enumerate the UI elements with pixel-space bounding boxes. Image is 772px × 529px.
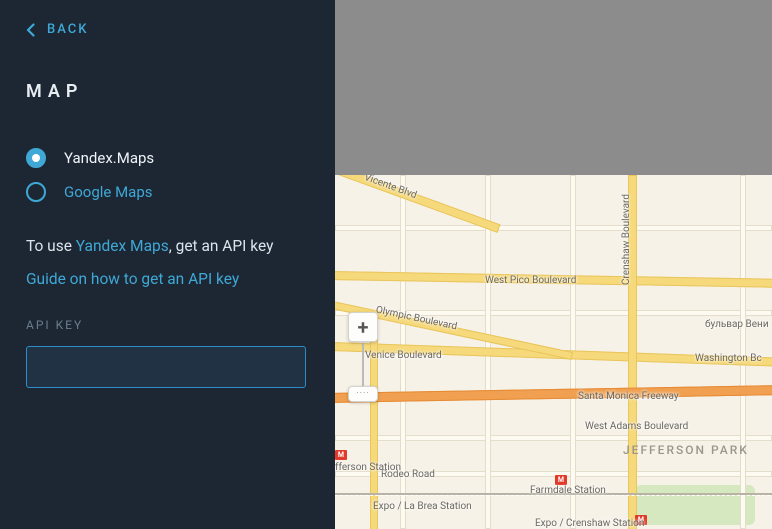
map-label: Washington Bc xyxy=(695,353,762,364)
settings-sidebar: BACK MAP Yandex.Maps Google Maps To use … xyxy=(0,0,335,529)
metro-marker-icon: M xyxy=(335,450,347,460)
provider-option-yandex[interactable]: Yandex.Maps xyxy=(26,148,309,168)
zoom-in-button[interactable]: + xyxy=(348,312,378,342)
back-button[interactable]: BACK xyxy=(26,22,309,37)
radio-unselected-icon xyxy=(26,182,46,202)
map-label: West Adams Boulevard xyxy=(585,421,688,432)
metro-marker-icon: M xyxy=(555,475,567,485)
provider-option-google[interactable]: Google Maps xyxy=(26,182,309,202)
station-label: Farmdale Station xyxy=(530,485,606,496)
radio-selected-icon xyxy=(26,148,46,168)
ruler-button[interactable]: ···· xyxy=(348,386,378,402)
api-key-input[interactable] xyxy=(26,346,306,388)
station-label: Expo / La Brea Station xyxy=(373,501,472,512)
station-label: Expo / Crenshaw Station xyxy=(535,518,644,529)
preview-placeholder xyxy=(335,0,772,175)
provider-label: Google Maps xyxy=(64,183,153,201)
map-canvas[interactable]: M M M Vicente Blvd West Pico Boulevard V… xyxy=(335,175,772,529)
park-area xyxy=(635,485,755,525)
map-label: бульвар Вени xyxy=(705,319,769,330)
district-label: JEFFERSON PARK xyxy=(623,443,749,457)
station-label: fferson Station xyxy=(335,462,401,473)
provider-radio-group: Yandex.Maps Google Maps xyxy=(26,148,309,202)
back-label: BACK xyxy=(47,22,88,37)
api-key-label: API KEY xyxy=(26,318,309,332)
api-guide-link[interactable]: Guide on how to get an API key xyxy=(26,270,309,288)
help-text: To use Yandex Maps, get an API key xyxy=(26,234,309,258)
map-label: West Pico Boulevard xyxy=(485,275,576,286)
map-label: Crenshaw Boulevard xyxy=(621,194,632,285)
chevron-left-icon xyxy=(26,23,35,37)
provider-label: Yandex.Maps xyxy=(64,149,154,167)
map-controls: + ···· xyxy=(348,312,378,402)
map-label: Santa Monica Freeway xyxy=(578,391,679,402)
map-label: Vicente Blvd xyxy=(363,175,418,201)
page-title: MAP xyxy=(26,81,309,102)
yandex-maps-link[interactable]: Yandex Maps xyxy=(76,237,169,255)
main-area: M M M Vicente Blvd West Pico Boulevard V… xyxy=(335,0,772,529)
